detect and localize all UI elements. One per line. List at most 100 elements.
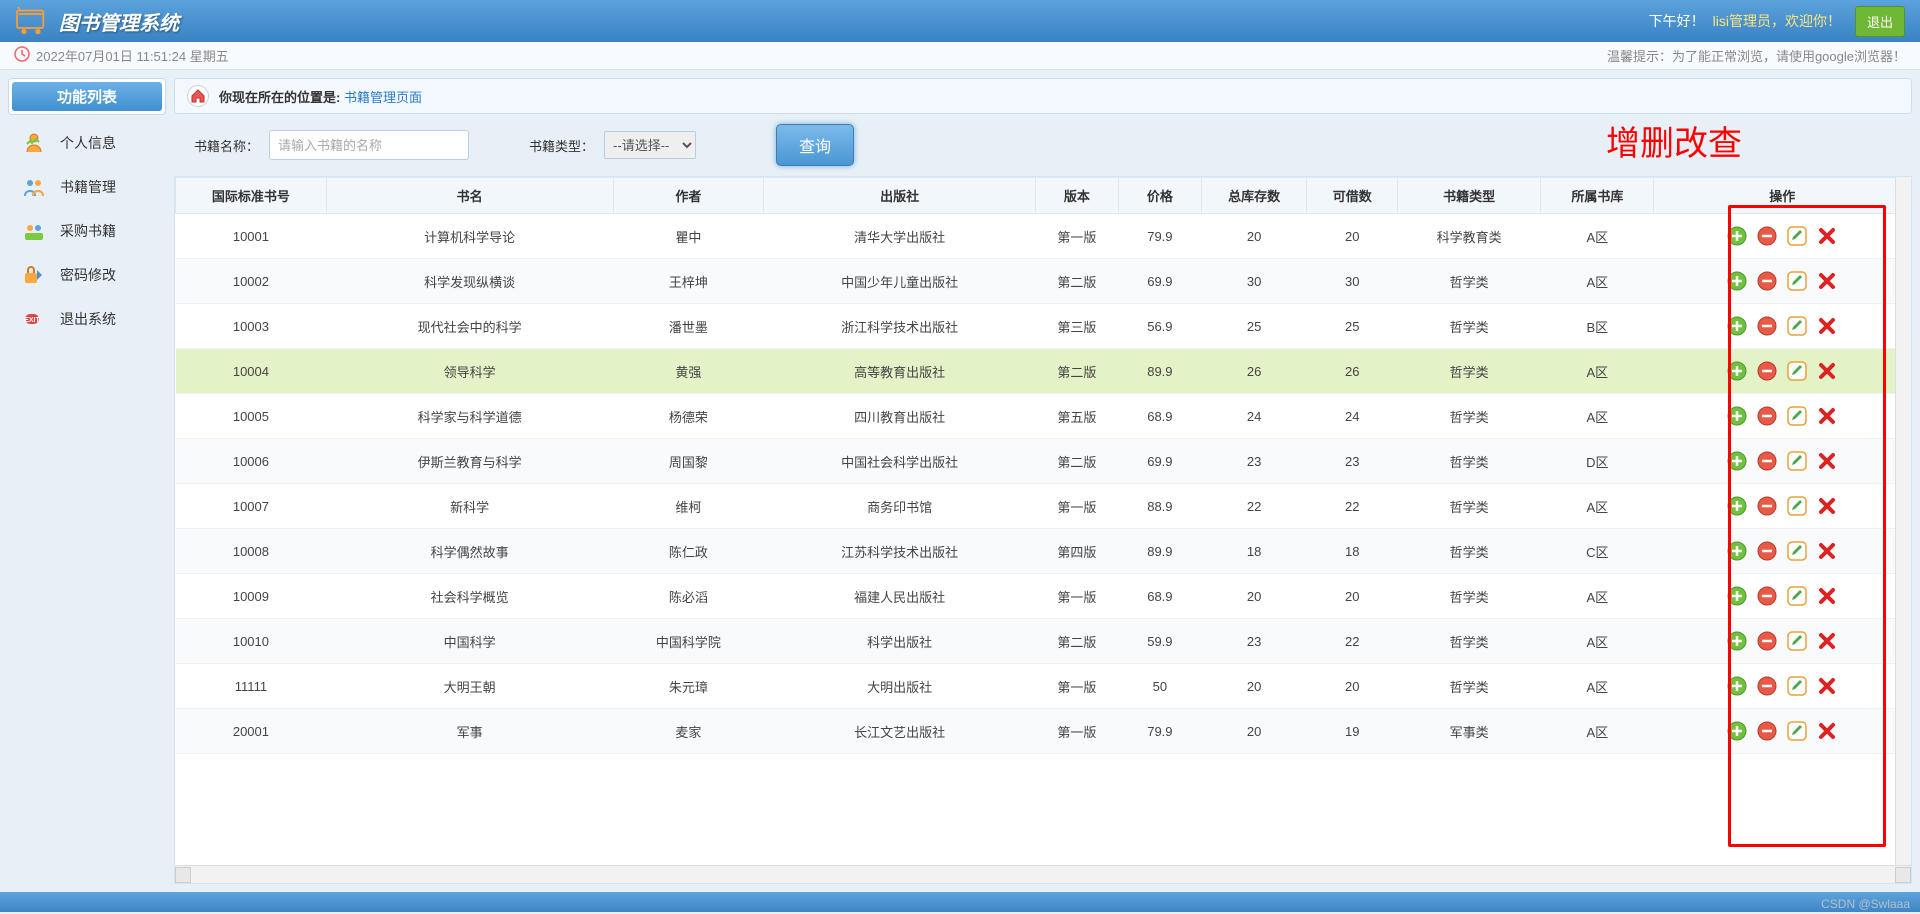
- delete-icon[interactable]: [1816, 315, 1838, 337]
- table-row[interactable]: 10001计算机科学导论瞿中清华大学出版社第一版79.92020科学教育类A区: [176, 214, 1911, 259]
- delete-icon[interactable]: [1816, 495, 1838, 517]
- remove-icon[interactable]: [1756, 495, 1778, 517]
- table-row[interactable]: 10010中国科学中国科学院科学出版社第二版59.92322哲学类A区: [176, 619, 1911, 664]
- table-row[interactable]: 10007新科学维柯商务印书馆第一版88.92222哲学类A区: [176, 484, 1911, 529]
- book-type-select[interactable]: --请选择--: [604, 131, 696, 159]
- op-cell: [1654, 214, 1911, 259]
- add-icon[interactable]: [1726, 270, 1748, 292]
- vertical-scrollbar[interactable]: [1895, 177, 1911, 865]
- table-row[interactable]: 11111大明王朝朱元璋大明出版社第一版502020哲学类A区: [176, 664, 1911, 709]
- home-icon[interactable]: [187, 85, 209, 107]
- remove-icon[interactable]: [1756, 675, 1778, 697]
- table-cell: 10002: [176, 259, 327, 304]
- table-cell: B区: [1541, 304, 1654, 349]
- table-row[interactable]: 10006伊斯兰教育与科学周国黎中国社会科学出版社第二版69.92323哲学类D…: [176, 439, 1911, 484]
- sidebar-item-2[interactable]: 采购书籍: [8, 209, 166, 253]
- remove-icon[interactable]: [1756, 270, 1778, 292]
- table-cell: 朱元璋: [613, 664, 764, 709]
- table-cell: A区: [1541, 709, 1654, 754]
- datetime-label: 2022年07月01日 11:51:24 星期五: [36, 46, 229, 65]
- table-row[interactable]: 20001军事麦家长江文艺出版社第一版79.92019军事类A区: [176, 709, 1911, 754]
- table-cell: 陈仁政: [613, 529, 764, 574]
- remove-icon[interactable]: [1756, 540, 1778, 562]
- table-cell: 中国科学院: [613, 619, 764, 664]
- annotation-label: 增删改查: [1606, 116, 1742, 165]
- delete-icon[interactable]: [1816, 585, 1838, 607]
- table-row[interactable]: 10008科学偶然故事陈仁政江苏科学技术出版社第四版89.91818哲学类C区: [176, 529, 1911, 574]
- table-cell: 浙江科学技术出版社: [764, 304, 1036, 349]
- table-row[interactable]: 10004领导科学黄强高等教育出版社第二版89.92626哲学类A区: [176, 349, 1911, 394]
- add-icon[interactable]: [1726, 720, 1748, 742]
- add-icon[interactable]: [1726, 630, 1748, 652]
- edit-icon[interactable]: [1786, 270, 1808, 292]
- add-icon[interactable]: [1726, 225, 1748, 247]
- logout-button[interactable]: 退出: [1855, 6, 1905, 37]
- horizontal-scrollbar[interactable]: [175, 865, 1911, 883]
- edit-icon[interactable]: [1786, 585, 1808, 607]
- edit-icon[interactable]: [1786, 360, 1808, 382]
- search-button[interactable]: 查询: [776, 124, 854, 166]
- add-icon[interactable]: [1726, 405, 1748, 427]
- table-cell: A区: [1541, 574, 1654, 619]
- remove-icon[interactable]: [1756, 450, 1778, 472]
- sidebar-item-0[interactable]: 个人信息: [8, 121, 166, 165]
- edit-icon[interactable]: [1786, 540, 1808, 562]
- add-icon[interactable]: [1726, 315, 1748, 337]
- add-icon[interactable]: [1726, 540, 1748, 562]
- table-cell: 哲学类: [1397, 484, 1540, 529]
- add-icon[interactable]: [1726, 360, 1748, 382]
- delete-icon[interactable]: [1816, 675, 1838, 697]
- delete-icon[interactable]: [1816, 540, 1838, 562]
- cart-icon: [15, 7, 47, 35]
- delete-icon[interactable]: [1816, 270, 1838, 292]
- table-row[interactable]: 10009社会科学概览陈必滔福建人民出版社第一版68.92020哲学类A区: [176, 574, 1911, 619]
- table-cell: A区: [1541, 484, 1654, 529]
- table-cell: 第一版: [1035, 709, 1118, 754]
- edit-icon[interactable]: [1786, 675, 1808, 697]
- delete-icon[interactable]: [1816, 630, 1838, 652]
- edit-icon[interactable]: [1786, 450, 1808, 472]
- edit-icon[interactable]: [1786, 720, 1808, 742]
- edit-icon[interactable]: [1786, 630, 1808, 652]
- sidebar-icon-1: [22, 175, 46, 199]
- edit-icon[interactable]: [1786, 405, 1808, 427]
- delete-icon[interactable]: [1816, 225, 1838, 247]
- delete-icon[interactable]: [1816, 450, 1838, 472]
- remove-icon[interactable]: [1756, 585, 1778, 607]
- table-cell: 20: [1307, 664, 1398, 709]
- table-cell: 哲学类: [1397, 349, 1540, 394]
- delete-icon[interactable]: [1816, 720, 1838, 742]
- edit-icon[interactable]: [1786, 495, 1808, 517]
- remove-icon[interactable]: [1756, 630, 1778, 652]
- add-icon[interactable]: [1726, 495, 1748, 517]
- table-cell: 军事: [326, 709, 613, 754]
- table-cell: A区: [1541, 664, 1654, 709]
- add-icon[interactable]: [1726, 675, 1748, 697]
- table-cell: 26: [1307, 349, 1398, 394]
- table-row[interactable]: 10005科学家与科学道德杨德荣四川教育出版社第五版68.92424哲学类A区: [176, 394, 1911, 439]
- col-header: 操作: [1654, 178, 1911, 214]
- table-cell: 22: [1307, 484, 1398, 529]
- sidebar-item-1[interactable]: 书籍管理: [8, 165, 166, 209]
- delete-icon[interactable]: [1816, 405, 1838, 427]
- remove-icon[interactable]: [1756, 315, 1778, 337]
- table-row[interactable]: 10002科学发现纵横谈王梓坤中国少年儿童出版社第二版69.93030哲学类A区: [176, 259, 1911, 304]
- sidebar-item-3[interactable]: 密码修改: [8, 253, 166, 297]
- remove-icon[interactable]: [1756, 225, 1778, 247]
- delete-icon[interactable]: [1816, 360, 1838, 382]
- remove-icon[interactable]: [1756, 720, 1778, 742]
- sidebar-item-4[interactable]: EXIT退出系统: [8, 297, 166, 341]
- table-cell: 69.9: [1118, 259, 1201, 304]
- breadcrumb-link[interactable]: 书籍管理页面: [344, 90, 422, 105]
- table-cell: 59.9: [1118, 619, 1201, 664]
- add-icon[interactable]: [1726, 450, 1748, 472]
- edit-icon[interactable]: [1786, 225, 1808, 247]
- greeting-label: 下午好！: [1649, 11, 1705, 31]
- book-name-input[interactable]: [269, 130, 469, 160]
- edit-icon[interactable]: [1786, 315, 1808, 337]
- remove-icon[interactable]: [1756, 360, 1778, 382]
- name-label: 书籍名称：: [194, 136, 259, 155]
- table-row[interactable]: 10003现代社会中的科学潘世墨浙江科学技术出版社第三版56.92525哲学类B…: [176, 304, 1911, 349]
- remove-icon[interactable]: [1756, 405, 1778, 427]
- add-icon[interactable]: [1726, 585, 1748, 607]
